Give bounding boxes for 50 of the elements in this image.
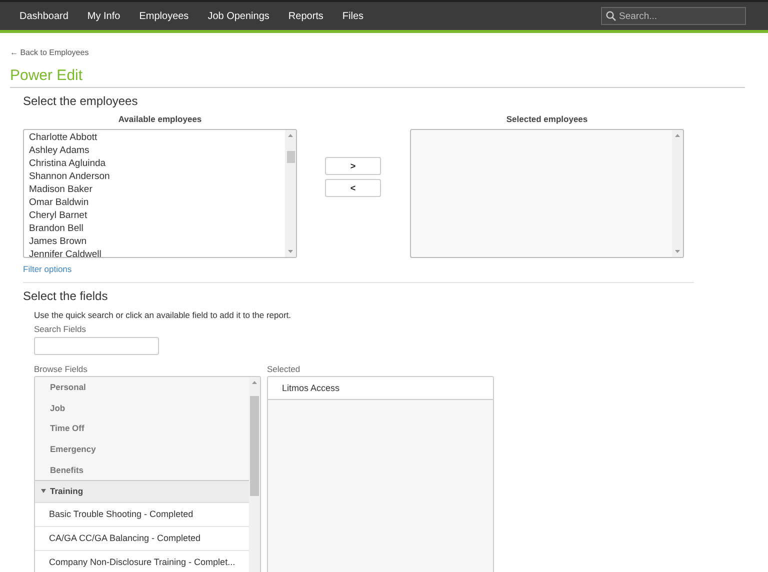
scroll-up-icon[interactable] <box>252 381 257 384</box>
scrollbar[interactable] <box>249 377 260 572</box>
scroll-up-icon[interactable] <box>288 134 293 137</box>
list-label: Available employees <box>117 114 203 124</box>
section-heading: Select the fields <box>23 289 109 303</box>
nav-link[interactable]: Job Openings <box>198 10 279 22</box>
nav-link[interactable]: Files <box>332 10 374 22</box>
search-icon <box>606 11 616 21</box>
search-fields-input[interactable] <box>34 337 159 355</box>
scrollbar-thumb[interactable] <box>286 151 294 163</box>
remove-button[interactable]: < <box>325 179 381 197</box>
field-category[interactable]: Training <box>35 480 249 503</box>
employee-list[interactable]: Charlotte Abbott Ashley Adams Christina Agluinda Shannon Anderson Madison Baker Omar Baldwin Cheryl Barnet Brandon Bell James Brown Jennifer Caldwell <box>23 129 297 258</box>
employee-option[interactable]: Charlotte Abbott <box>29 131 280 144</box>
field-option[interactable]: Company Non-Disclosure Training - Complet... <box>35 550 249 572</box>
field-label: Selected <box>267 364 302 374</box>
section-heading: Select the employees <box>23 94 139 108</box>
nav-link[interactable]: Reports <box>278 10 333 22</box>
field-option[interactable]: Basic Trouble Shooting - Completed <box>35 502 249 527</box>
employee-option[interactable]: Jennifer Caldwell <box>29 248 280 257</box>
scroll-down-icon[interactable] <box>675 250 680 253</box>
page-title: Power Edit <box>10 67 745 88</box>
nav-link[interactable]: Dashboard <box>10 10 78 22</box>
employee-option[interactable]: Christina Agluinda <box>29 157 280 170</box>
field-label: Browse Fields <box>34 364 88 374</box>
nav-link[interactable]: My Info <box>78 10 130 22</box>
instruction-text: Use the quick search or click an available field to add it to the report. <box>34 310 292 320</box>
selected-list[interactable] <box>410 129 684 258</box>
employee-option[interactable]: Shannon Anderson <box>29 170 280 183</box>
field-label: Search Fields <box>34 324 87 334</box>
scrollbar[interactable] <box>672 130 683 257</box>
list-label: Selected employees <box>505 114 589 124</box>
employee-option[interactable]: Brandon Bell <box>29 222 280 235</box>
employee-option[interactable]: Cheryl Barnet <box>29 209 280 222</box>
selected-field[interactable]: Litmos Access <box>268 377 493 400</box>
scroll-down-icon[interactable] <box>288 250 293 253</box>
scrollbar[interactable] <box>285 130 296 257</box>
filter-link[interactable]: Filter options <box>23 264 297 274</box>
employee-option[interactable]: Ashley Adams <box>29 144 280 157</box>
caret-icon <box>41 489 46 494</box>
nav-link[interactable]: Employees <box>130 10 198 22</box>
employee-option[interactable]: Madison Baker <box>29 183 280 196</box>
add-button[interactable]: > <box>325 157 381 175</box>
employee-option[interactable]: Omar Baldwin <box>29 196 280 209</box>
scroll-up-icon[interactable] <box>675 134 680 137</box>
search-field[interactable]: Search... <box>601 7 746 25</box>
field-option[interactable]: CA/GA CC/GA Balancing - Completed <box>35 526 249 551</box>
scrollbar-thumb[interactable] <box>250 396 259 496</box>
back-link[interactable]: ← Back to Employees <box>10 48 89 57</box>
employee-option[interactable]: James Brown <box>29 235 280 248</box>
